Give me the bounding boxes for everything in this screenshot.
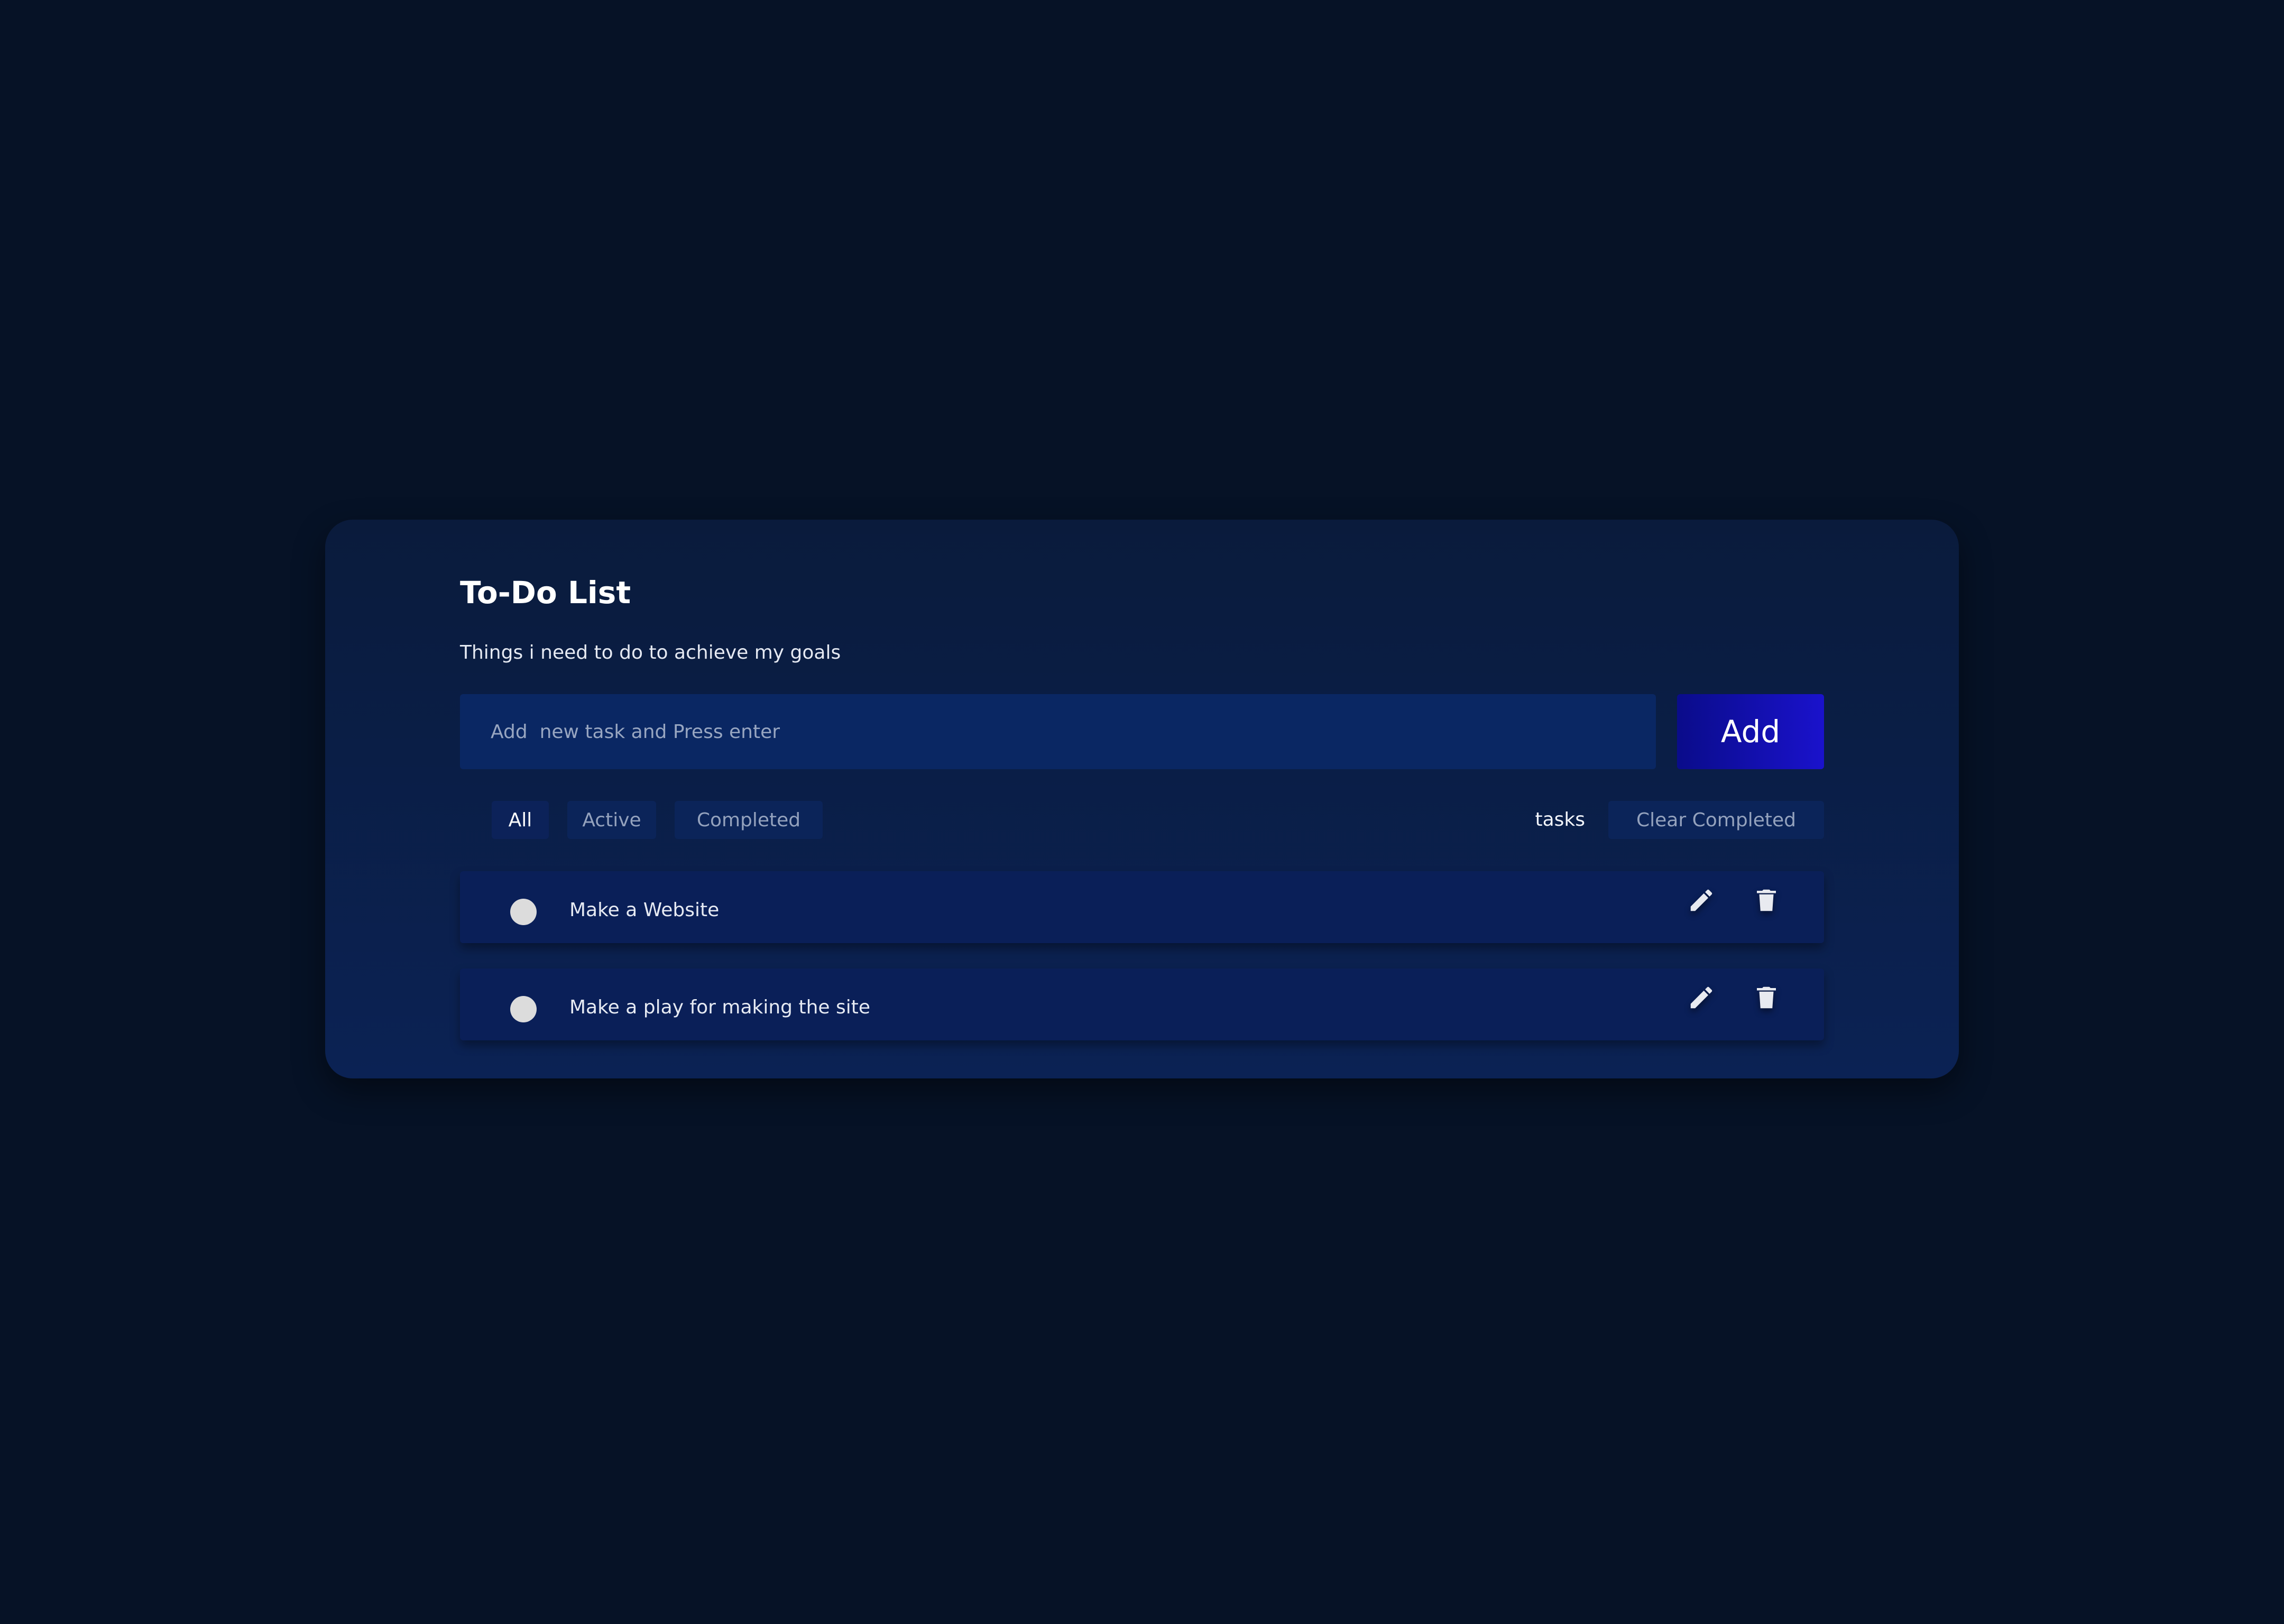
todo-card: To-Do List Things i need to do to achiev…: [325, 520, 1959, 1078]
task-item: Make a play for making the site: [460, 968, 1824, 1040]
trash-icon[interactable]: [1752, 983, 1781, 1012]
task-checkbox[interactable]: [510, 996, 537, 1022]
task-text: Make a Website: [569, 899, 720, 921]
filter-all-button[interactable]: All: [492, 801, 549, 839]
task-checkbox[interactable]: [510, 899, 537, 925]
page-title: To-Do List: [460, 575, 631, 611]
task-text: Make a play for making the site: [569, 996, 871, 1018]
filter-active-button[interactable]: Active: [567, 801, 656, 839]
add-button[interactable]: Add: [1677, 694, 1824, 769]
trash-icon[interactable]: [1752, 886, 1781, 915]
tasks-count-label: tasks: [1535, 809, 1585, 831]
clear-completed-button[interactable]: Clear Completed: [1608, 801, 1824, 839]
add-task-row: Add: [460, 694, 1824, 769]
task-item: Make a Website: [460, 871, 1824, 943]
filter-completed-button[interactable]: Completed: [675, 801, 823, 839]
pencil-icon[interactable]: [1687, 886, 1716, 915]
pencil-icon[interactable]: [1687, 983, 1716, 1012]
page-subtitle: Things i need to do to achieve my goals: [460, 642, 841, 663]
filter-bar: All Active Completed tasks Clear Complet…: [460, 801, 1824, 841]
new-task-input[interactable]: [460, 694, 1656, 769]
